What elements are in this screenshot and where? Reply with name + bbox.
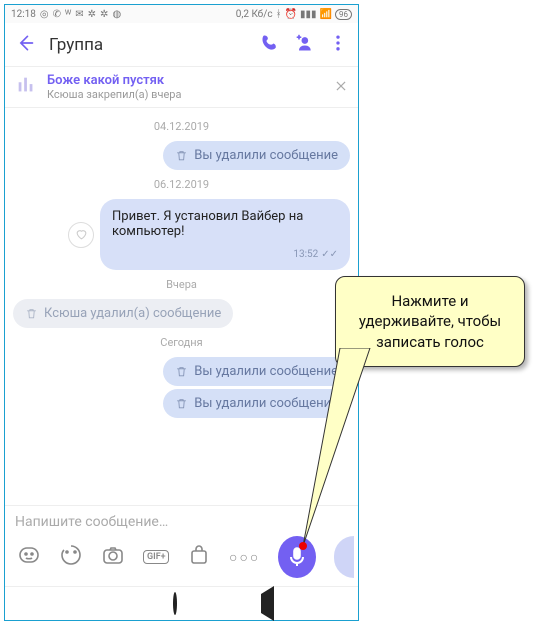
deleted-message-bubble[interactable]: Ксюша удалил(а) сообщение <box>13 299 233 328</box>
message-time: 13:52 <box>293 249 318 260</box>
back-nav-button[interactable] <box>261 594 274 613</box>
trash-icon <box>175 365 188 378</box>
signal-icon: ▮▮▮ <box>300 9 317 20</box>
sticker-button[interactable] <box>17 543 41 571</box>
message-row: Привет. Я установил Вайбер на компьютер!… <box>13 199 350 270</box>
date-separator: Сегодня <box>13 336 350 349</box>
trash-icon <box>25 307 38 320</box>
deleted-message-bubble[interactable]: Вы удалили сообщение <box>163 389 350 418</box>
android-navbar <box>5 586 358 620</box>
trash-icon <box>175 149 188 162</box>
message-text: Привет. Я установил Вайбер на компьютер! <box>112 209 338 239</box>
edge-peek[interactable] <box>334 536 354 578</box>
read-status-icon: ✓✓ <box>321 249 338 260</box>
back-button[interactable] <box>15 33 35 57</box>
trash-icon <box>175 397 188 410</box>
tooltip-callout: Нажмите и удерживайте, чтобы записать го… <box>335 276 525 367</box>
vk-icon: ᵂ <box>65 9 71 20</box>
deleted-message-text: Вы удалили сообщение <box>194 396 338 411</box>
message-row: Ксюша удалил(а) сообщение <box>13 299 350 328</box>
gif-button[interactable]: GIF+ <box>143 550 169 564</box>
call-button[interactable] <box>260 33 280 57</box>
chat-body[interactable]: 04.12.2019 Вы удалили сообщение 06.12.20… <box>5 108 358 505</box>
date-separator: 04.12.2019 <box>13 120 350 133</box>
chat-title: Группа <box>49 35 103 55</box>
whatsapp-icon: ✆ <box>53 9 61 20</box>
settings-icon-2: ✲ <box>100 9 108 20</box>
message-input[interactable]: Напишите сообщение… <box>5 505 358 532</box>
instagram-icon: ◎ <box>40 9 49 20</box>
date-separator: 06.12.2019 <box>13 178 350 191</box>
menu-button[interactable] <box>328 33 348 57</box>
tooltip-text: Нажмите и удерживайте, чтобы записать го… <box>359 292 501 351</box>
bluetooth-icon: ᚼ <box>276 9 282 20</box>
deleted-message-text: Ксюша удалил(а) сообщение <box>44 306 221 321</box>
pinned-message[interactable]: Боже какой пустяк Ксюша закрепил(а) вчер… <box>5 67 358 108</box>
pinned-subtitle: Ксюша закрепил(а) вчера <box>47 88 324 101</box>
wifi-icon: 📶 <box>320 9 332 20</box>
status-time: 12:18 <box>11 9 36 20</box>
unpin-button[interactable] <box>334 78 348 97</box>
composer-toolbar: GIF+ ○○○ <box>5 532 358 586</box>
deleted-message-text: Вы удалили сообщение <box>194 148 338 163</box>
message-row: Вы удалили сообщение <box>13 357 350 386</box>
camera-button[interactable] <box>101 543 125 571</box>
add-user-button[interactable] <box>294 33 314 57</box>
message-row: Вы удалили сообщение <box>13 389 350 418</box>
net-speed: 0,2 Кб/с <box>236 9 273 20</box>
audio-bars-icon <box>15 74 37 100</box>
status-bar: 12:18 ◎ ✆ ᵂ ✉ ✲ ✲ ◍ 0,2 Кб/с ᚼ ⏰ ▮▮▮ 📶 9… <box>5 5 358 23</box>
deleted-message-text: Вы удалили сообщение <box>194 364 338 379</box>
phone-frame: 12:18 ◎ ✆ ᵂ ✉ ✲ ✲ ◍ 0,2 Кб/с ᚼ ⏰ ▮▮▮ 📶 9… <box>4 4 359 621</box>
my-message-bubble[interactable]: Привет. Я установил Вайбер на компьютер!… <box>100 199 350 270</box>
gallery-button[interactable] <box>59 543 83 571</box>
pinned-title: Боже какой пустяк <box>47 73 324 88</box>
message-row: Вы удалили сообщение <box>13 141 350 170</box>
deleted-message-bubble[interactable]: Вы удалили сообщение <box>163 357 350 386</box>
alarm-icon: ⏰ <box>285 9 297 20</box>
mic-icon <box>285 545 309 569</box>
circle-icon: ◍ <box>112 9 121 20</box>
deleted-message-bubble[interactable]: Вы удалили сообщение <box>163 141 350 170</box>
voice-record-button[interactable] <box>278 536 316 578</box>
home-button[interactable] <box>173 594 177 613</box>
chat-header: Группа <box>5 23 358 67</box>
shop-button[interactable] <box>187 543 211 571</box>
like-button[interactable] <box>68 222 94 248</box>
more-button[interactable]: ○○○ <box>229 549 260 566</box>
battery-indicator: 96 <box>335 9 352 20</box>
chat-icon: ✉ <box>75 9 83 20</box>
date-separator: Вчера <box>13 278 350 291</box>
settings-icon: ✲ <box>88 9 96 20</box>
